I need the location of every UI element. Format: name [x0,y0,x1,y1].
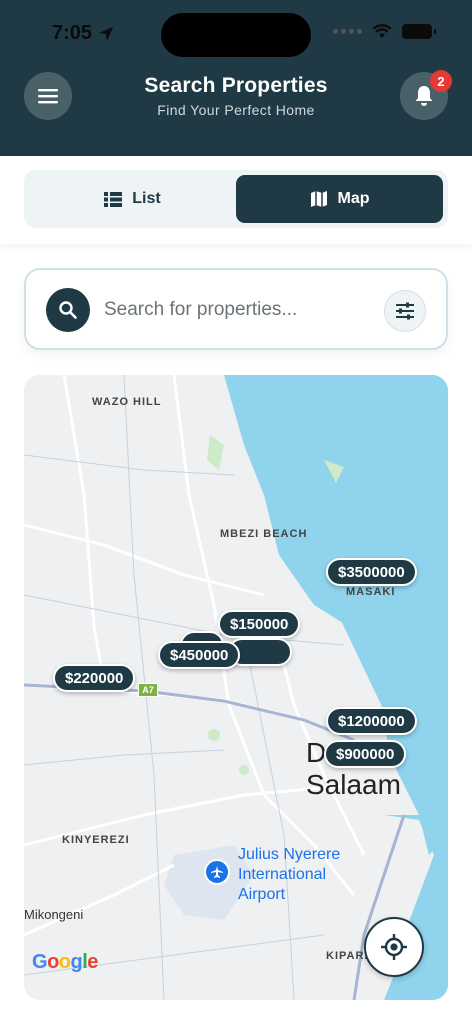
map-label-airport: Julius Nyerere International Airport [238,846,341,903]
price-pin[interactable]: $150000 [218,610,301,638]
search-input[interactable] [104,290,384,330]
camera-notch [161,13,311,57]
search-button[interactable] [46,288,90,332]
battery-icon [402,24,436,39]
map-icon [310,191,327,207]
location-arrow-icon [99,26,114,41]
map-view-label: Map [337,190,370,207]
wifi-icon [372,24,392,38]
signal-icon [333,29,362,34]
map-view-tab[interactable]: Map [236,175,443,223]
bell-icon [415,86,433,106]
crosshair-location-icon [381,934,407,960]
view-toggle: List Map [24,170,448,228]
road-shield-a7: A7 [138,683,158,697]
price-pin[interactable]: $3500000 [326,558,417,586]
notification-badge: 2 [430,70,452,92]
search-icon [59,301,77,319]
map-label-wazo-hill: WAZO HILL [92,396,162,408]
search-bar [24,268,448,350]
filter-button[interactable] [384,290,426,332]
map-label-mbezi-beach: MBEZI BEACH [220,528,308,540]
price-pin[interactable]: $900000 [324,740,407,768]
list-view-tab[interactable]: List [29,175,236,223]
map-label-kinyerezi: KINYEREZI [62,834,130,846]
map-label-masaki: MASAKI [346,586,396,598]
list-icon [104,191,123,207]
price-pin[interactable]: $220000 [53,664,136,692]
list-view-label: List [132,190,161,207]
filter-sliders-icon [396,302,414,320]
price-pin[interactable]: $450000 [158,641,241,669]
google-attribution: Google [32,951,98,973]
view-toggle-bar: List Map [0,156,472,244]
my-location-button[interactable] [364,917,424,977]
map-label-mikongeni: Mikongeni [24,907,84,922]
app-header: 7:05 Search Properties Find Your Perfect… [0,0,472,156]
price-pin[interactable]: $1200000 [326,707,417,735]
property-map[interactable]: WAZO HILL MBEZI BEACH MASAKI KINYEREZI M… [24,375,448,1000]
status-time: 7:05 [52,22,114,45]
status-indicators [333,24,436,39]
airport-plane-icon[interactable] [204,859,230,885]
notifications-button[interactable]: 2 [400,70,452,120]
status-time-text: 7:05 [52,22,93,44]
